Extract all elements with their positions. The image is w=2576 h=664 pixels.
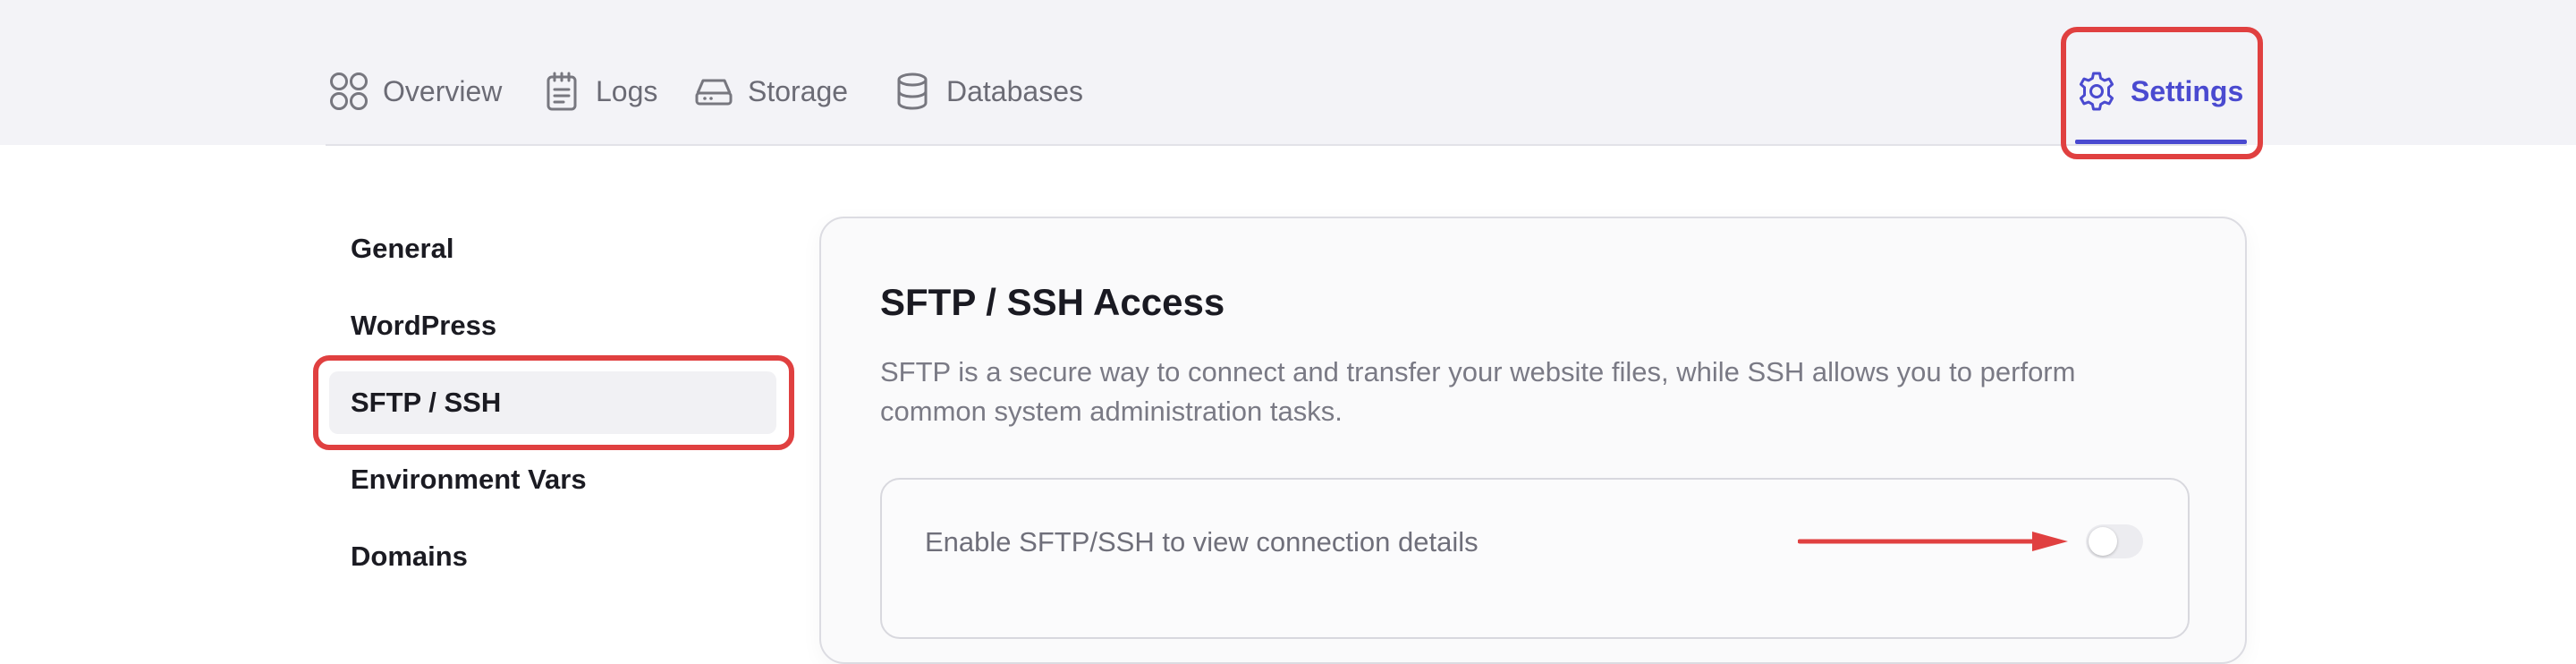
annotation-arrow-icon xyxy=(1798,532,2068,551)
divider xyxy=(326,144,2247,146)
panel-description: SFTP is a secure way to connect and tran… xyxy=(880,356,2076,427)
sidebar-item-label: General xyxy=(351,233,454,264)
nav-tab-storage[interactable]: Storage xyxy=(692,64,848,118)
enable-sftp-ssh-toggle[interactable] xyxy=(2086,524,2143,558)
panel-title: SFTP / SSH Access xyxy=(880,281,1225,323)
overview-grid-icon xyxy=(330,72,368,110)
sidebar-item-environment-vars[interactable]: Environment Vars xyxy=(329,448,776,511)
toggle-label: Enable SFTP/SSH to view connection detai… xyxy=(925,526,1479,558)
sidebar-item-general[interactable]: General xyxy=(329,217,776,280)
gear-icon xyxy=(2079,72,2114,111)
clipboard-icon xyxy=(547,72,577,111)
sidebar-item-domains[interactable]: Domains xyxy=(329,525,776,588)
toggle-card: Enable SFTP/SSH to view connection detai… xyxy=(880,478,2190,639)
sidebar-item-label: WordPress xyxy=(351,310,497,341)
nav-tab-label: Databases xyxy=(946,74,1083,107)
toggle-knob xyxy=(2089,527,2117,556)
nav-tab-settings[interactable]: Settings xyxy=(2075,64,2243,118)
sftp-ssh-panel: SFTP / SSH Access SFTP is a secure way t… xyxy=(819,217,2247,664)
sidebar-item-label: Environment Vars xyxy=(351,464,587,495)
sidebar-item-label: SFTP / SSH xyxy=(351,387,502,418)
sidebar-item-sftp-ssh[interactable]: SFTP / SSH xyxy=(329,371,776,434)
sidebar-item-label: Domains xyxy=(351,541,468,572)
nav-tab-logs[interactable]: Logs xyxy=(540,64,657,118)
top-navigation-bar: Overview Logs Storage Databases Settings xyxy=(0,0,2576,145)
hard-drive-icon xyxy=(695,79,733,106)
nav-tab-label: Settings xyxy=(2131,74,2244,107)
nav-tab-label: Overview xyxy=(383,74,503,107)
nav-tab-overview[interactable]: Overview xyxy=(327,64,502,118)
nav-tab-databases[interactable]: Databases xyxy=(891,64,1083,118)
nav-tab-label: Storage xyxy=(748,74,849,107)
database-icon xyxy=(897,72,928,110)
nav-tab-label: Logs xyxy=(596,74,658,107)
sidebar-item-wordpress[interactable]: WordPress xyxy=(329,294,776,357)
